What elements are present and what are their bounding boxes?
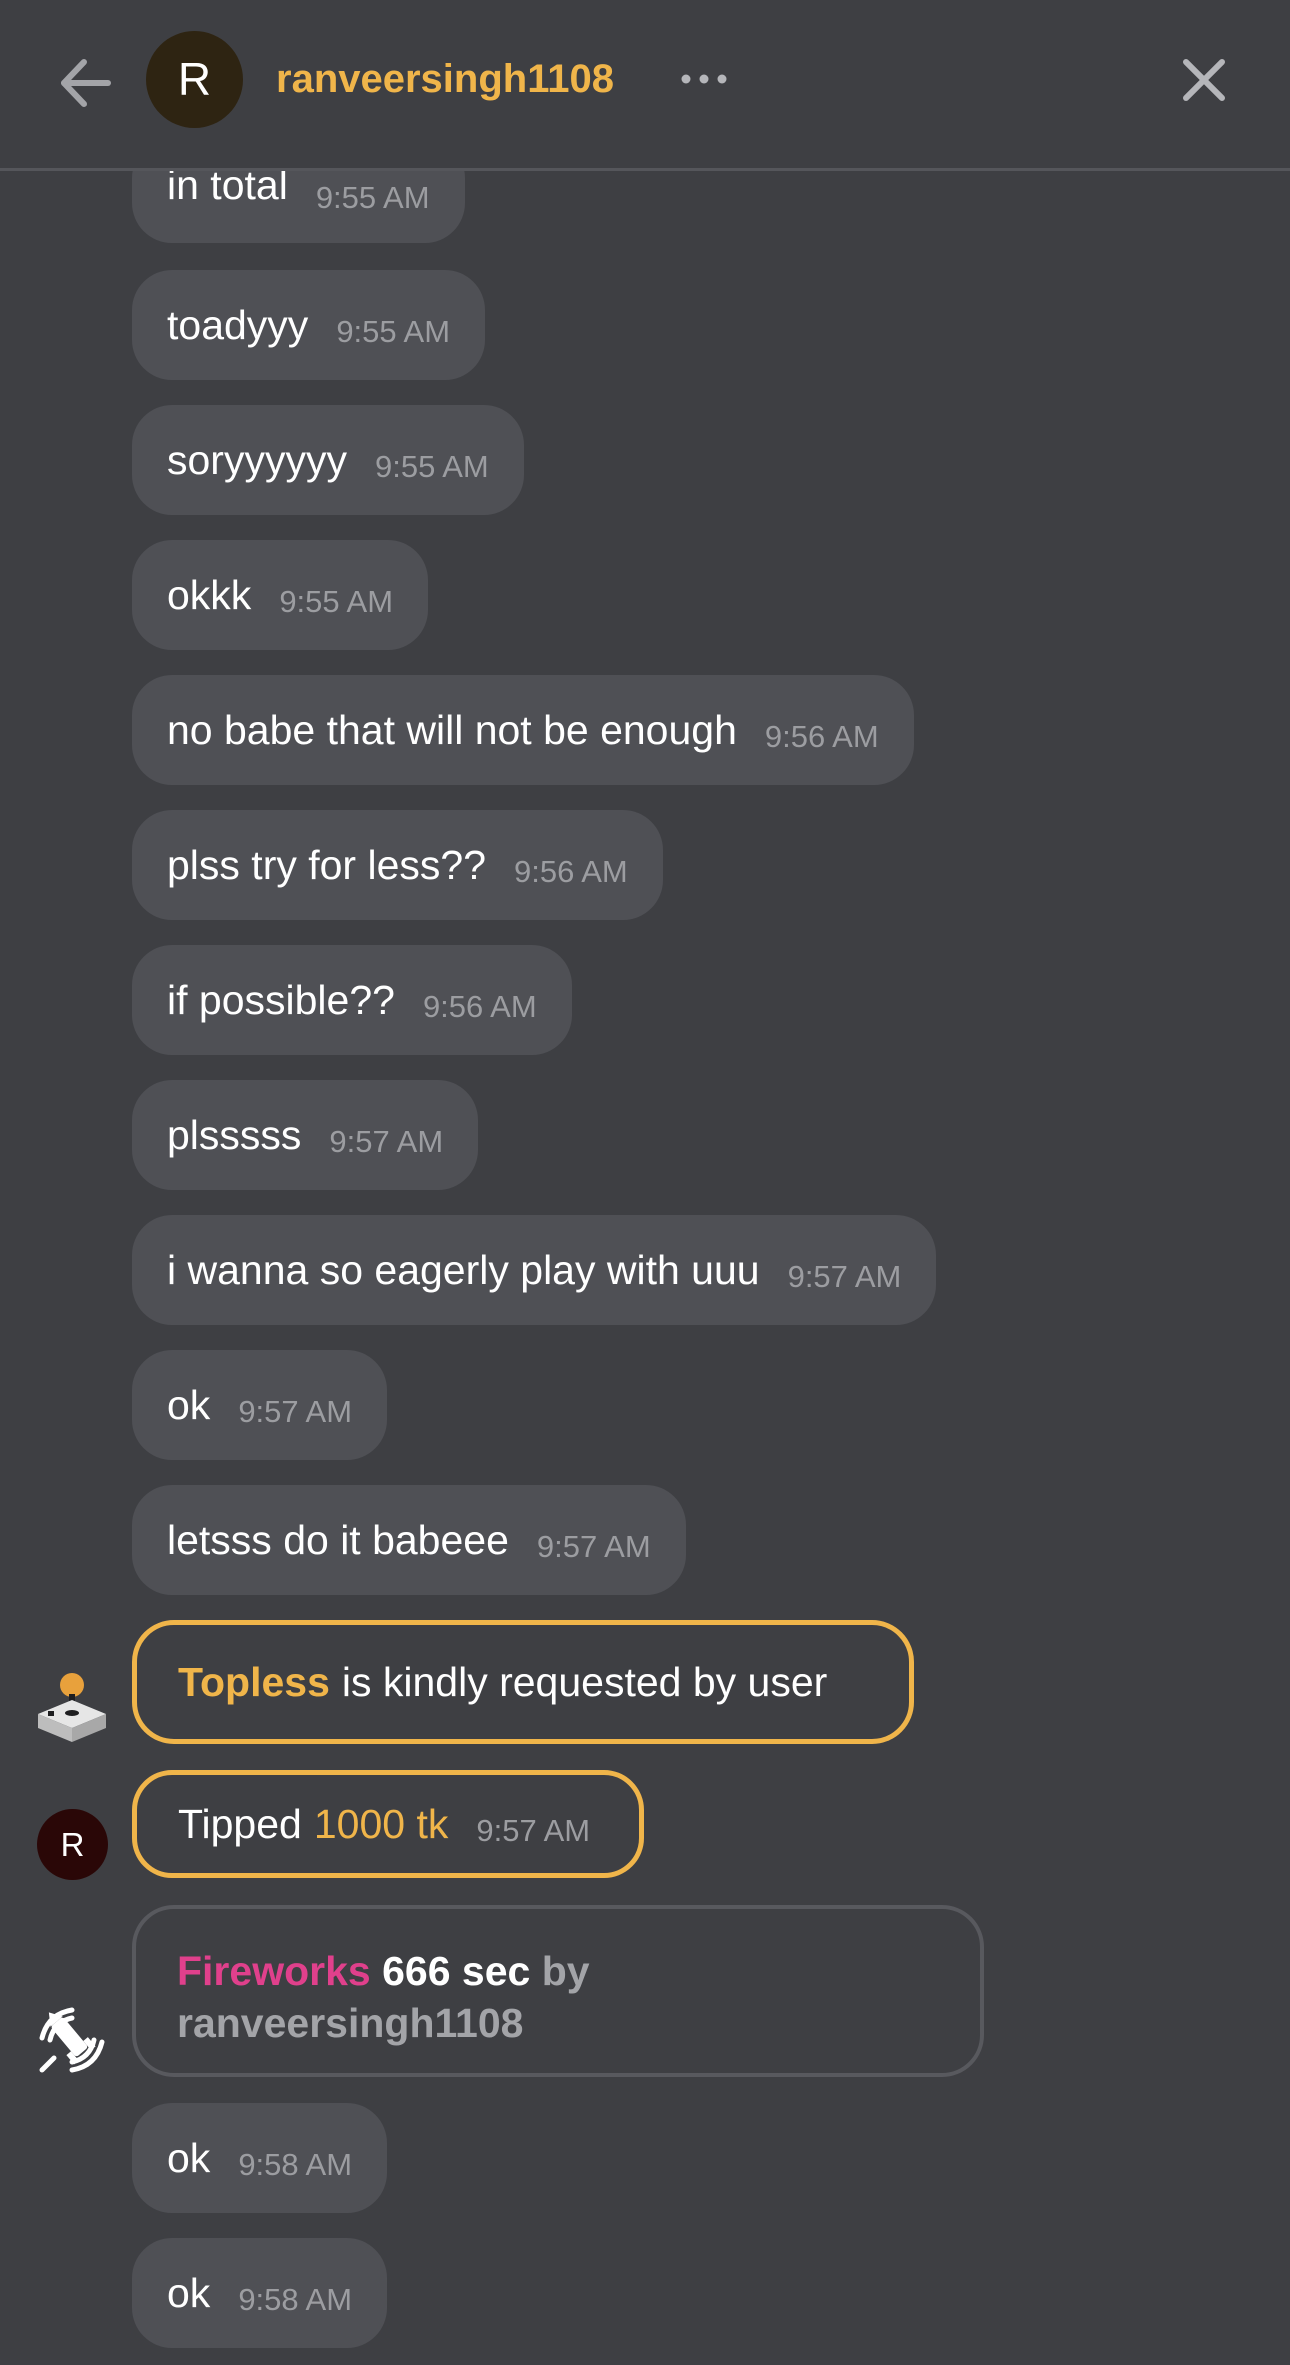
message-time: 9:55 AM bbox=[315, 179, 430, 215]
message-text: if possible?? bbox=[167, 976, 395, 1023]
message-time: 9:56 AM bbox=[764, 719, 879, 754]
message-time: 9:57 AM bbox=[536, 1529, 651, 1564]
message-text: i wanna so eagerly play with uuu bbox=[167, 1246, 760, 1293]
message-bubble[interactable]: i wanna so eagerly play with uuu 9:57 AM bbox=[132, 1215, 937, 1325]
chat-header: R ranveersingh1108 bbox=[0, 0, 1290, 171]
message-bubble[interactable]: ok 9:57 AM bbox=[132, 1350, 388, 1460]
fireworks-notice: Fireworks 666 sec by ranveersingh1108 bbox=[132, 1905, 984, 2077]
message-text: plsssss bbox=[167, 1111, 302, 1158]
more-options-button[interactable] bbox=[676, 64, 736, 94]
message-text: okkk bbox=[167, 571, 252, 618]
arrow-left-icon bbox=[61, 59, 111, 107]
message-time: 9:55 AM bbox=[279, 584, 394, 619]
message-time: 9:57 AM bbox=[329, 1124, 444, 1159]
fireworks-name: Fireworks bbox=[177, 1948, 371, 1994]
message-text: plss try for less?? bbox=[167, 841, 486, 888]
message-time: 9:58 AM bbox=[238, 2282, 353, 2317]
message-bubble[interactable]: letsss do it babeee 9:57 AM bbox=[132, 1485, 686, 1595]
fireworks-user: ranveersingh1108 bbox=[177, 2000, 524, 2046]
message-time: 9:55 AM bbox=[336, 314, 451, 349]
message-bubble[interactable]: toadyyy 9:55 AM bbox=[132, 270, 486, 380]
chat-container: in total 9:55 AM toadyyy 9:55 AM soryyyy… bbox=[0, 0, 1290, 2365]
message-bubble[interactable]: okkk 9:55 AM bbox=[132, 540, 429, 650]
message-bubble[interactable]: plsssss 9:57 AM bbox=[132, 1080, 479, 1190]
message-text: ok bbox=[167, 2269, 211, 2316]
request-notice: Topless is kindly requested by user bbox=[132, 1620, 914, 1744]
close-icon bbox=[1183, 59, 1225, 101]
tip-time: 9:57 AM bbox=[476, 1813, 591, 1848]
avatar[interactable]: R bbox=[37, 1809, 108, 1880]
message-bubble[interactable]: soryyyyyy 9:55 AM bbox=[132, 405, 524, 515]
fireworks-rocket-icon bbox=[36, 2004, 108, 2076]
message-text: no babe that will not be enough bbox=[167, 706, 737, 753]
fireworks-by: by bbox=[541, 1948, 590, 1994]
message-text: toadyyy bbox=[167, 301, 309, 348]
tip-notice: Tipped 1000 tk 9:57 AM bbox=[132, 1770, 644, 1878]
message-text: letsss do it babeee bbox=[167, 1516, 509, 1563]
message-text: soryyyyyy bbox=[167, 436, 347, 483]
message-time: 9:56 AM bbox=[422, 989, 537, 1024]
message-time: 9:55 AM bbox=[374, 449, 489, 484]
message-bubble[interactable]: if possible?? 9:56 AM bbox=[132, 945, 572, 1055]
close-button[interactable] bbox=[1178, 52, 1230, 108]
message-bubble[interactable]: no babe that will not be enough 9:56 AM bbox=[132, 675, 914, 785]
message-bubble[interactable]: ok 9:58 AM bbox=[132, 2103, 388, 2213]
request-item: Topless bbox=[178, 1658, 330, 1705]
message-bubble[interactable]: plss try for less?? 9:56 AM bbox=[132, 810, 663, 920]
message-text: ok bbox=[167, 1381, 211, 1428]
tip-amount: 1000 tk bbox=[313, 1800, 449, 1847]
more-dots-icon bbox=[681, 74, 727, 84]
tip-label: Tipped bbox=[178, 1800, 302, 1847]
message-time: 9:56 AM bbox=[514, 854, 628, 889]
message-time: 9:57 AM bbox=[238, 1394, 353, 1429]
joystick-icon bbox=[36, 1670, 108, 1744]
message-time: 9:58 AM bbox=[238, 2147, 353, 2182]
message-time: 9:57 AM bbox=[787, 1259, 902, 1294]
request-text: is kindly requested by user bbox=[341, 1658, 828, 1705]
username[interactable]: ranveersingh1108 bbox=[276, 51, 614, 107]
avatar[interactable]: R bbox=[146, 31, 243, 128]
fireworks-duration: 666 sec bbox=[382, 1948, 531, 1994]
back-button[interactable] bbox=[52, 50, 122, 116]
message-text: ok bbox=[167, 2134, 211, 2181]
message-bubble[interactable]: ok 9:58 AM bbox=[132, 2238, 388, 2348]
